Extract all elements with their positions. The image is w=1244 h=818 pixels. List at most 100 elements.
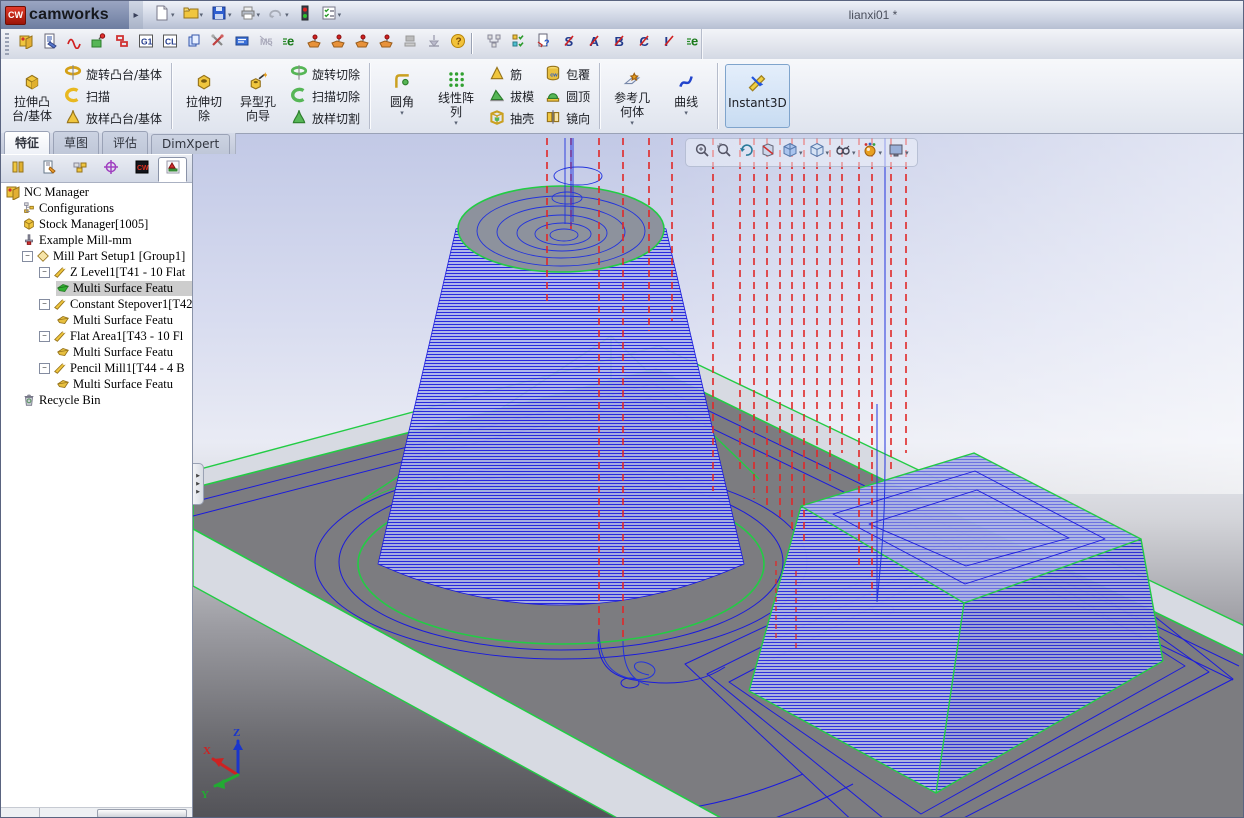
tree-item[interactable]: Multi Surface Featu xyxy=(1,280,192,296)
featuremanager-design-tree-tab[interactable] xyxy=(3,157,32,182)
dropdown-arrow-icon[interactable]: ▾ xyxy=(684,109,688,117)
edit-appearance-button[interactable]: ▾ xyxy=(860,141,885,164)
ribbon-button-linear-pattern[interactable]: 线性阵 列 ▾ xyxy=(431,64,481,128)
dropdown-arrow-icon[interactable]: ▾ xyxy=(826,149,830,157)
scrollbar-thumb[interactable] xyxy=(97,809,187,817)
tree-item[interactable]: Stock Manager[1005] xyxy=(1,216,192,232)
property-manager-tab[interactable] xyxy=(34,157,63,182)
dropdown-arrow-icon[interactable]: ▾ xyxy=(285,11,289,19)
configuration-manager-tab[interactable] xyxy=(65,157,94,182)
tree-expander[interactable]: − xyxy=(39,266,50,278)
dropdown-arrow-icon[interactable]: ▾ xyxy=(171,11,175,19)
ribbon-button-curves[interactable]: 曲线 ▾ xyxy=(661,64,711,128)
camworks-operation-tree-tab[interactable] xyxy=(158,157,187,182)
ribbon-button-wrap[interactable]: cw 包覆 xyxy=(541,64,593,85)
ribbon-button-sweep[interactable]: 扫描 xyxy=(61,86,165,107)
chain-button[interactable] xyxy=(111,32,133,54)
cam-document-button[interactable] xyxy=(39,32,61,54)
pin-mill-4-button[interactable] xyxy=(375,32,397,54)
new-document-button[interactable]: ▾ xyxy=(151,3,178,28)
dropdown-arrow-icon[interactable]: ▾ xyxy=(257,11,261,19)
tree-item[interactable]: Configurations xyxy=(1,200,192,216)
ribbon-button-extrude-cut[interactable]: 拉伸切 除 xyxy=(179,64,229,128)
open-button[interactable]: ▾ xyxy=(180,3,207,28)
dropdown-arrow-icon[interactable]: ▾ xyxy=(454,119,458,127)
insert-tool-button[interactable] xyxy=(87,32,109,54)
dropdown-arrow-icon[interactable]: ▾ xyxy=(799,149,803,157)
verify-options-button[interactable] xyxy=(508,32,530,54)
logo-arrow-icon[interactable]: ▸ xyxy=(129,1,143,29)
dimxpert-manager-tab[interactable] xyxy=(96,157,125,182)
tree-item[interactable]: Multi Surface Featu xyxy=(1,312,192,328)
camworks-feature-tree-tab[interactable]: CW xyxy=(127,157,156,182)
checklist-button[interactable]: ▾ xyxy=(318,3,345,28)
hide-show-items-button[interactable]: ▾ xyxy=(833,141,858,164)
pin-mill-3-button[interactable] xyxy=(351,32,373,54)
tools-button[interactable] xyxy=(207,32,229,54)
dropdown-arrow-icon[interactable]: ▾ xyxy=(852,149,856,157)
ribbon-button-fillet[interactable]: 圆角 ▾ xyxy=(377,64,427,128)
tree-item[interactable]: Example Mill-mm xyxy=(1,232,192,248)
print-button[interactable]: ▾ xyxy=(237,3,264,28)
ribbon-button-rib[interactable]: 筋 xyxy=(485,64,537,85)
ribbon-button-loft-cut[interactable]: 放样切割 xyxy=(287,108,363,129)
ribbon-button-reference-geometry[interactable]: 参考几 何体 ▾ xyxy=(607,64,657,128)
help-button[interactable]: ? xyxy=(447,32,469,54)
dropdown-arrow-icon[interactable]: ▾ xyxy=(879,149,883,157)
letter-i-button[interactable]: I xyxy=(658,32,680,54)
zoom-fit-button[interactable] xyxy=(692,141,712,164)
message-board-button[interactable] xyxy=(231,32,253,54)
letter-b-button[interactable]: B xyxy=(608,32,630,54)
extract-features-button[interactable] xyxy=(15,32,37,54)
speed-e-button[interactable]: e xyxy=(279,32,301,54)
ribbon-button-revolve-cut[interactable]: 旋转切除 xyxy=(287,64,363,85)
view-previous-button[interactable] xyxy=(736,141,756,164)
tree-item[interactable]: − Mill Part Setup1 [Group1] xyxy=(1,248,192,264)
ribbon-button-revolve-boss[interactable]: 旋转凸台/基体 xyxy=(61,64,165,85)
flowchart-button[interactable] xyxy=(483,32,505,54)
tree-expander[interactable]: − xyxy=(39,330,50,342)
tree-expander[interactable]: − xyxy=(39,362,50,374)
letter-c-button[interactable]: C xyxy=(633,32,655,54)
tree-item[interactable]: − Flat Area1[T43 - 10 Fl xyxy=(1,328,192,344)
tab-DimXpert[interactable]: DimXpert xyxy=(151,134,231,154)
machine-sim-disabled-button[interactable]: M5 xyxy=(255,32,277,54)
pin-mill-1-button[interactable] xyxy=(303,32,325,54)
letter-s-button[interactable]: S xyxy=(558,32,580,54)
ribbon-button-instant3d[interactable]: Instant3D xyxy=(725,64,790,128)
section-view-button[interactable] xyxy=(758,141,778,164)
tree-item[interactable]: Recycle Bin xyxy=(1,392,192,408)
probe-disabled-button[interactable] xyxy=(423,32,445,54)
dropdown-arrow-icon[interactable]: ▾ xyxy=(200,11,204,19)
ribbon-button-loft-boss[interactable]: 放样凸台/基体 xyxy=(61,108,165,129)
tree-item[interactable]: Multi Surface Featu xyxy=(1,344,192,360)
graphics-viewport[interactable]: Z X Y ▾ ▾ ▾ ▾ ▾ ▶ ▶ ▶ xyxy=(193,134,1243,817)
stamp-disabled-button[interactable] xyxy=(399,32,421,54)
toolpath-button[interactable] xyxy=(63,32,85,54)
panel-flyout-handle[interactable]: ▶ ▶ ▶ xyxy=(193,463,204,505)
undo-button[interactable]: ▾ xyxy=(265,3,292,28)
dropdown-arrow-icon[interactable]: ▾ xyxy=(905,149,909,157)
tab-草图[interactable]: 草图 xyxy=(53,131,100,154)
traffic-light-button[interactable] xyxy=(294,3,316,28)
pin-mill-2-button[interactable] xyxy=(327,32,349,54)
tree-item[interactable]: Multi Surface Featu xyxy=(1,376,192,392)
ribbon-button-sweep-cut[interactable]: 扫描切除 xyxy=(287,86,363,107)
letter-a-button[interactable]: A xyxy=(583,32,605,54)
toolbar-grip[interactable] xyxy=(5,33,9,55)
tab-评估[interactable]: 评估 xyxy=(102,131,149,154)
zoom-area-button[interactable] xyxy=(714,141,734,164)
save-button[interactable]: ▾ xyxy=(208,3,235,28)
ribbon-button-mirror[interactable]: 镜向 xyxy=(541,108,593,129)
tree-item[interactable]: − Constant Stepover1[T42 xyxy=(1,296,192,312)
cl-file-button[interactable]: CL xyxy=(159,32,181,54)
view-orientation-button[interactable]: ▾ xyxy=(780,141,805,164)
doc-question-button[interactable]: ? xyxy=(533,32,555,54)
apply-scene-button[interactable]: ▾ xyxy=(886,141,911,164)
ribbon-button-shell[interactable]: 抽壳 xyxy=(485,108,537,129)
tree-expander[interactable]: − xyxy=(39,298,50,310)
ribbon-button-hole-wizard[interactable]: ✦ 异型孔 向导 xyxy=(233,64,283,128)
tree-expander[interactable]: − xyxy=(22,250,33,262)
tree-horizontal-scrollbar[interactable] xyxy=(1,807,192,817)
dropdown-arrow-icon[interactable]: ▾ xyxy=(228,11,232,19)
